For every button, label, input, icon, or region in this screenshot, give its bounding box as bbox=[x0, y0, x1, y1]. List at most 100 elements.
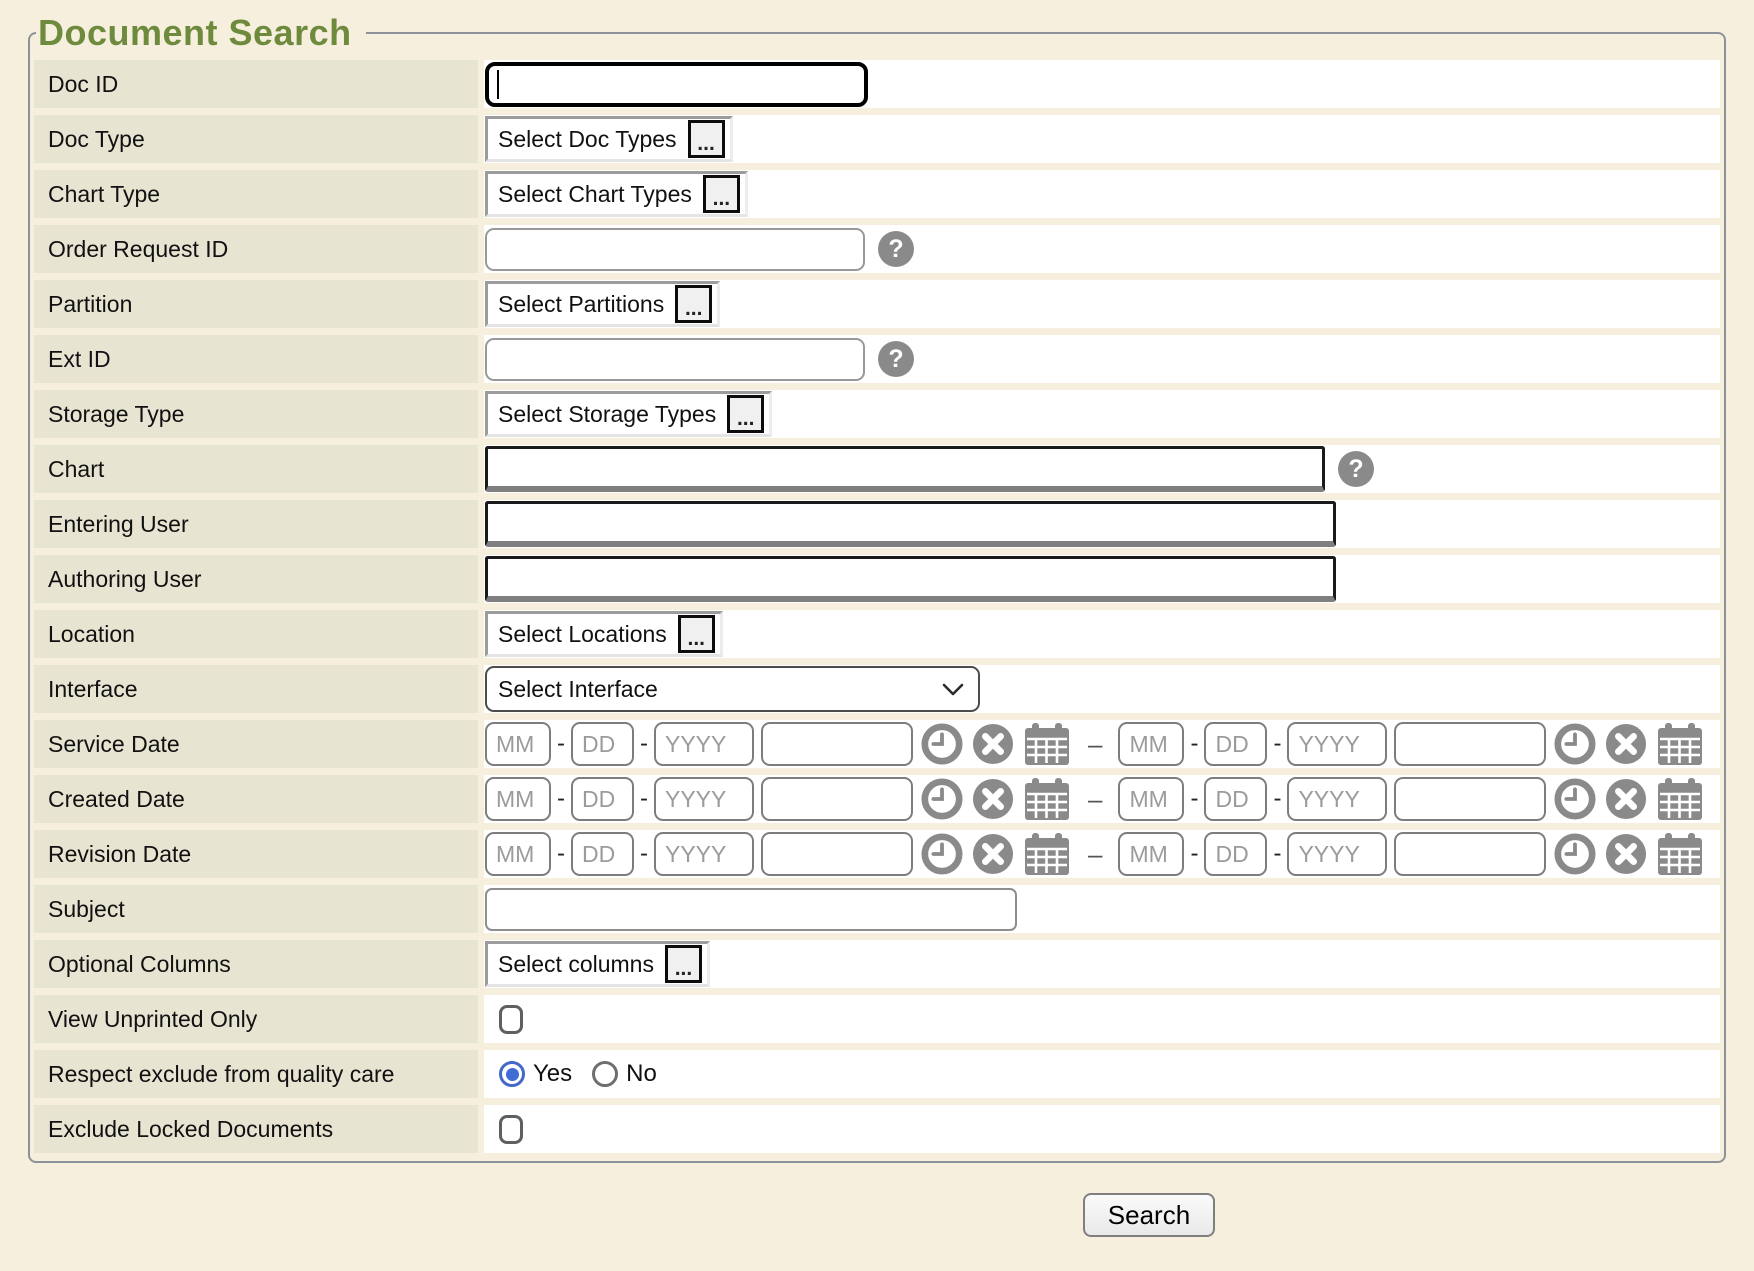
location-picker-text: Select Locations bbox=[498, 621, 667, 648]
service-end-day-input[interactable] bbox=[1204, 722, 1267, 766]
radio-no-label[interactable]: No bbox=[626, 1060, 657, 1088]
revision-end-year-input[interactable] bbox=[1287, 832, 1387, 876]
chart-input[interactable] bbox=[485, 446, 1325, 492]
clear-icon[interactable] bbox=[1604, 722, 1648, 766]
chart-type-ellipsis-button[interactable]: ... bbox=[703, 175, 740, 213]
row-view-unprinted-only: View Unprinted Only bbox=[34, 995, 1720, 1043]
date-range-separator: – bbox=[1088, 784, 1102, 815]
created-start-day-input[interactable] bbox=[571, 777, 634, 821]
entering-user-input[interactable] bbox=[485, 501, 1336, 547]
calendar-icon[interactable] bbox=[1655, 832, 1705, 876]
clear-icon[interactable] bbox=[1604, 777, 1648, 821]
location-picker[interactable]: Select Locations ... bbox=[485, 611, 723, 657]
storage-type-picker[interactable]: Select Storage Types ... bbox=[485, 391, 772, 437]
doc-id-input[interactable] bbox=[485, 62, 868, 107]
calendar-icon[interactable] bbox=[1022, 777, 1072, 821]
clock-icon[interactable] bbox=[1553, 832, 1597, 876]
clock-icon[interactable] bbox=[920, 777, 964, 821]
optional-columns-picker[interactable]: Select columns ... bbox=[485, 941, 710, 987]
help-icon[interactable]: ? bbox=[878, 341, 914, 377]
service-start-day-input[interactable] bbox=[571, 722, 634, 766]
radio-yes[interactable] bbox=[499, 1061, 525, 1087]
clock-icon[interactable] bbox=[920, 832, 964, 876]
doc-type-label: Doc Type bbox=[34, 115, 478, 163]
form-actions: Search bbox=[0, 1193, 1754, 1237]
doc-type-picker[interactable]: Select Doc Types ... bbox=[485, 116, 733, 162]
service-end-year-input[interactable] bbox=[1287, 722, 1387, 766]
calendar-icon[interactable] bbox=[1022, 832, 1072, 876]
partition-picker[interactable]: Select Partitions ... bbox=[485, 281, 720, 327]
calendar-icon[interactable] bbox=[1022, 722, 1072, 766]
calendar-icon[interactable] bbox=[1655, 722, 1705, 766]
revision-end-day-input[interactable] bbox=[1204, 832, 1267, 876]
storage-type-ellipsis-button[interactable]: ... bbox=[727, 395, 764, 433]
clock-icon[interactable] bbox=[1553, 722, 1597, 766]
row-optional-columns: Optional Columns Select columns ... bbox=[34, 940, 1720, 988]
clear-icon[interactable] bbox=[971, 777, 1015, 821]
row-ext-id: Ext ID ? bbox=[34, 335, 1720, 383]
calendar-icon[interactable] bbox=[1655, 777, 1705, 821]
row-revision-date: Revision Date - - bbox=[34, 830, 1720, 878]
optional-columns-ellipsis-button[interactable]: ... bbox=[665, 945, 702, 983]
clock-icon[interactable] bbox=[1553, 777, 1597, 821]
created-end-day-input[interactable] bbox=[1204, 777, 1267, 821]
created-end-year-input[interactable] bbox=[1287, 777, 1387, 821]
created-start-year-input[interactable] bbox=[654, 777, 754, 821]
help-icon[interactable]: ? bbox=[878, 231, 914, 267]
search-button[interactable]: Search bbox=[1083, 1193, 1215, 1237]
row-location: Location Select Locations ... bbox=[34, 610, 1720, 658]
revision-end-time-input[interactable] bbox=[1394, 832, 1546, 876]
chart-label: Chart bbox=[34, 445, 478, 493]
order-request-id-input[interactable] bbox=[485, 228, 865, 271]
partition-picker-text: Select Partitions bbox=[498, 291, 664, 318]
service-end-month-input[interactable] bbox=[1118, 722, 1184, 766]
clear-icon[interactable] bbox=[971, 832, 1015, 876]
date-separator: - bbox=[557, 730, 565, 758]
revision-start-year-input[interactable] bbox=[654, 832, 754, 876]
date-separator: - bbox=[640, 785, 648, 813]
clock-icon[interactable] bbox=[920, 722, 964, 766]
date-separator: - bbox=[1190, 730, 1198, 758]
service-start-year-input[interactable] bbox=[654, 722, 754, 766]
subject-input[interactable] bbox=[485, 888, 1017, 931]
text-cursor bbox=[497, 70, 499, 99]
radio-no[interactable] bbox=[592, 1061, 618, 1087]
row-doc-type: Doc Type Select Doc Types ... bbox=[34, 115, 1720, 163]
optional-columns-label: Optional Columns bbox=[34, 940, 478, 988]
chart-type-picker[interactable]: Select Chart Types ... bbox=[485, 171, 748, 217]
created-start-month-input[interactable] bbox=[485, 777, 551, 821]
respect-exclude-label: Respect exclude from quality care bbox=[34, 1050, 478, 1098]
service-end-time-input[interactable] bbox=[1394, 722, 1546, 766]
revision-end-month-input[interactable] bbox=[1118, 832, 1184, 876]
created-start-time-input[interactable] bbox=[761, 777, 913, 821]
doc-type-picker-text: Select Doc Types bbox=[498, 126, 677, 153]
authoring-user-input[interactable] bbox=[485, 556, 1336, 602]
date-range-separator: – bbox=[1088, 729, 1102, 760]
revision-start-time-input[interactable] bbox=[761, 832, 913, 876]
help-icon[interactable]: ? bbox=[1338, 451, 1374, 487]
view-unprinted-only-checkbox[interactable] bbox=[499, 1005, 523, 1034]
doc-type-ellipsis-button[interactable]: ... bbox=[688, 120, 725, 158]
created-end-time-input[interactable] bbox=[1394, 777, 1546, 821]
clear-icon[interactable] bbox=[1604, 832, 1648, 876]
storage-type-picker-text: Select Storage Types bbox=[498, 401, 716, 428]
row-storage-type: Storage Type Select Storage Types ... bbox=[34, 390, 1720, 438]
date-separator: - bbox=[557, 785, 565, 813]
clear-icon[interactable] bbox=[971, 722, 1015, 766]
radio-yes-label[interactable]: Yes bbox=[533, 1060, 572, 1088]
authoring-user-label: Authoring User bbox=[34, 555, 478, 603]
service-start-month-input[interactable] bbox=[485, 722, 551, 766]
row-order-request-id: Order Request ID ? bbox=[34, 225, 1720, 273]
ext-id-input[interactable] bbox=[485, 338, 865, 381]
revision-start-day-input[interactable] bbox=[571, 832, 634, 876]
service-date-label: Service Date bbox=[34, 720, 478, 768]
chart-type-label: Chart Type bbox=[34, 170, 478, 218]
service-start-time-input[interactable] bbox=[761, 722, 913, 766]
exclude-locked-checkbox[interactable] bbox=[499, 1115, 523, 1144]
created-end-month-input[interactable] bbox=[1118, 777, 1184, 821]
interface-label: Interface bbox=[34, 665, 478, 713]
location-ellipsis-button[interactable]: ... bbox=[678, 615, 715, 653]
revision-start-month-input[interactable] bbox=[485, 832, 551, 876]
interface-select[interactable]: Select Interface bbox=[485, 666, 980, 712]
partition-ellipsis-button[interactable]: ... bbox=[675, 285, 712, 323]
